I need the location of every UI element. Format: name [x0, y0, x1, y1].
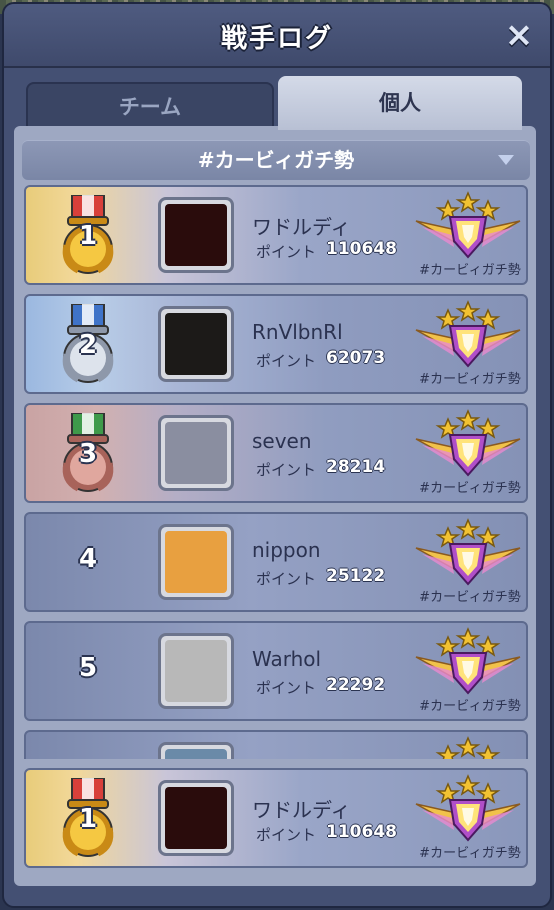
points-label: ポイント: [256, 570, 317, 588]
points-value: 110648: [326, 239, 397, 259]
points-value: 28214: [326, 457, 386, 477]
team-filter-dropdown[interactable]: #カービィガチ勢: [22, 140, 530, 180]
player-name: seven: [252, 429, 312, 453]
points-value: 62073: [326, 348, 386, 368]
rank-emblem-icon: [412, 191, 524, 261]
team-tag: #カービィガチ勢: [419, 263, 521, 278]
rank-slot: 5: [26, 623, 150, 719]
rank-number: 1: [78, 804, 98, 834]
close-icon[interactable]: ×: [502, 18, 536, 52]
rank-slot: [26, 732, 150, 759]
rank-emblem-icon: [412, 627, 524, 697]
ranking-row[interactable]: 1 ワドルディ ポイント 110648 #カービィガチ勢: [24, 768, 528, 868]
player-name: ワドルディ: [252, 215, 351, 239]
ranking-list[interactable]: 1 ワドルディ ポイント 110648 #カービィガチ勢 2 RnVlbnRl …: [24, 185, 530, 759]
points-label: ポイント: [256, 243, 317, 261]
team-tag: #カービィガチ勢: [419, 699, 521, 714]
avatar-image: [165, 204, 227, 266]
points-label: ポイント: [256, 826, 317, 844]
ranking-row[interactable]: 5 Warhol ポイント 22292 #カービィガチ勢: [24, 621, 528, 721]
avatar-image: [165, 749, 227, 759]
points-label: ポイント: [256, 679, 317, 697]
rank-slot: 4: [26, 514, 150, 610]
ranking-row[interactable]: 4 nippon ポイント 25122 #カービィガチ勢: [24, 512, 528, 612]
avatar-image: [165, 313, 227, 375]
rank-emblem-icon: [412, 736, 524, 759]
self-ranking-row: 1 ワドルディ ポイント 110648 #カービィガチ勢: [24, 768, 528, 868]
rank-emblem-icon: [412, 774, 524, 844]
avatar-image: [165, 787, 227, 849]
avatar[interactable]: [158, 742, 234, 759]
ranking-row[interactable]: 1 ワドルディ ポイント 110648 #カービィガチ勢: [24, 185, 528, 285]
team-tag: #カービィガチ勢: [419, 481, 521, 496]
team-tag: #カービィガチ勢: [419, 372, 521, 387]
rank-slot: 3: [26, 405, 150, 501]
avatar[interactable]: [158, 415, 234, 491]
chevron-down-icon: [498, 155, 514, 165]
team-tag: #カービィガチ勢: [419, 846, 521, 861]
rank-emblem-icon: [412, 409, 524, 479]
window-title: 戦手ログ: [220, 24, 333, 54]
rank-emblem-icon: [412, 300, 524, 370]
rank-slot: 1: [26, 187, 150, 283]
points-value: 25122: [326, 566, 386, 586]
rank-slot: 1: [26, 770, 150, 866]
avatar[interactable]: [158, 197, 234, 273]
points-label: ポイント: [256, 352, 317, 370]
player-name: nippon: [252, 538, 321, 562]
tab-team[interactable]: チーム: [26, 82, 274, 130]
player-name: RnVlbnRl: [252, 320, 343, 344]
rank-number: 1: [78, 221, 98, 251]
points-label: ポイント: [256, 461, 317, 479]
avatar[interactable]: [158, 633, 234, 709]
avatar-image: [165, 531, 227, 593]
player-name: ワドルディ: [252, 798, 351, 822]
avatar-image: [165, 422, 227, 484]
points-value: 110648: [326, 822, 397, 842]
player-name: Warhol: [252, 647, 322, 671]
rank-number: 5: [78, 653, 98, 683]
avatar[interactable]: [158, 306, 234, 382]
ranking-row[interactable]: [24, 730, 528, 759]
rank-number: 4: [78, 544, 98, 574]
avatar-image: [165, 640, 227, 702]
rank-number: 2: [78, 330, 98, 360]
rank-number: 3: [78, 439, 98, 469]
title-bar: 戦手ログ ×: [4, 4, 550, 68]
rank-slot: 2: [26, 296, 150, 392]
tab-personal[interactable]: 個人: [278, 76, 522, 130]
avatar[interactable]: [158, 780, 234, 856]
team-filter-value: #カービィガチ勢: [197, 148, 355, 172]
ranking-row[interactable]: 3 seven ポイント 28214 #カービィガチ勢: [24, 403, 528, 503]
avatar[interactable]: [158, 524, 234, 600]
points-value: 22292: [326, 675, 386, 695]
ranking-row[interactable]: 2 RnVlbnRl ポイント 62073 #カービィガチ勢: [24, 294, 528, 394]
rank-emblem-icon: [412, 518, 524, 588]
team-tag: #カービィガチ勢: [419, 590, 521, 605]
